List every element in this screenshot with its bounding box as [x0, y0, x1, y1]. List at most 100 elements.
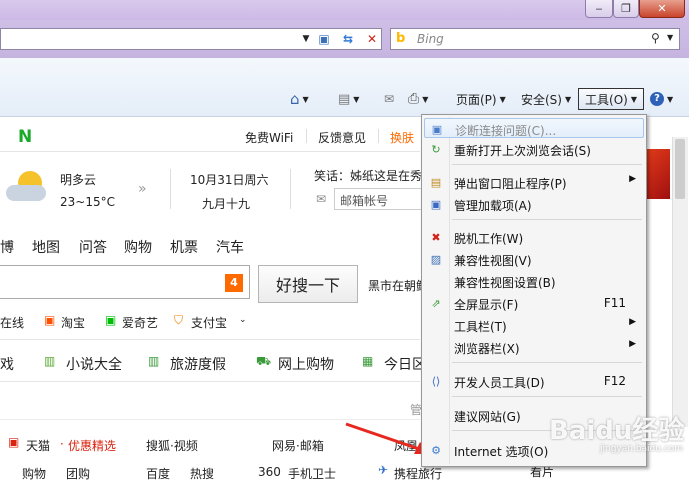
link-feedback[interactable]: 反馈意见: [318, 129, 366, 146]
joke-link[interactable]: 笑话：姊纸这是在秀: [314, 167, 422, 184]
search-submit-button[interactable]: 好搜一下: [258, 265, 358, 303]
nav-link-map[interactable]: 地图: [32, 237, 60, 257]
stop-icon[interactable]: ✕: [362, 29, 382, 49]
internet-options-icon: ⚙: [431, 443, 441, 457]
safety-menu-button[interactable]: 安全(S) ▼: [521, 88, 571, 110]
category-novels[interactable]: 小说大全: [66, 354, 122, 374]
menu-item-diagnose[interactable]: ▣ 诊断连接问题(C)...: [424, 118, 644, 138]
nav-link-cars[interactable]: 汽车: [216, 237, 244, 257]
taobao-icon: ▣: [44, 313, 56, 327]
weather-desc: 明多云: [60, 173, 97, 187]
site-shopping[interactable]: 购物: [22, 465, 46, 482]
restore-button[interactable]: ❐: [613, 0, 639, 18]
help-icon: ?: [650, 92, 664, 106]
menu-item-manage-addons[interactable]: ▣ 管理加载项(A): [424, 194, 644, 214]
scrollbar[interactable]: [672, 137, 688, 427]
compat-view-icon: ▨: [430, 252, 442, 266]
search-count-badge: 4: [225, 274, 243, 292]
fullscreen-icon: ⇗: [431, 296, 441, 310]
chevron-down-icon[interactable]: ⌄: [239, 315, 247, 325]
site-logo[interactable]: N: [18, 127, 32, 147]
print-button[interactable]: ⎙ ▼: [408, 88, 428, 110]
site-groupbuy[interactable]: 团购: [66, 465, 90, 482]
help-button[interactable]: ? ▼: [650, 88, 673, 110]
category-link[interactable]: 戏: [0, 354, 14, 374]
close-icon: ✕: [657, 2, 667, 15]
tmall-icon: ▣: [8, 435, 20, 449]
site-hot[interactable]: 热搜: [190, 465, 214, 482]
restore-icon: ❐: [621, 2, 631, 15]
mail-icon: ✉: [316, 192, 327, 206]
ctrip-icon: ✈: [378, 463, 389, 477]
printer-icon: ⎙: [408, 91, 420, 107]
compat-view-icon[interactable]: ▣: [314, 29, 334, 49]
addons-icon: ▣: [430, 197, 442, 211]
submenu-arrow-icon: ▶: [629, 174, 636, 184]
site-baidu[interactable]: 百度: [146, 465, 170, 482]
menu-item-work-offline[interactable]: ✖ 脱机工作(W): [424, 227, 644, 247]
site-tmall[interactable]: 天猫: [26, 437, 50, 454]
quick-link-taobao[interactable]: 淘宝: [61, 314, 85, 331]
submenu-arrow-icon: ▶: [629, 317, 636, 327]
site-163-mail[interactable]: 网易·邮箱: [272, 437, 324, 454]
rss-icon: ▤: [338, 91, 351, 107]
menu-item-reopen-session[interactable]: ↻ 重新打开上次浏览会话(S): [424, 139, 644, 159]
minimize-button[interactable]: ‒: [585, 0, 613, 18]
category-shopping[interactable]: 网上购物: [278, 354, 334, 374]
bing-icon: b: [396, 31, 406, 46]
nav-link[interactable]: 博: [0, 237, 14, 257]
home-button[interactable]: ⌂ ▼: [290, 88, 309, 110]
scrollbar-thumb[interactable]: [675, 139, 685, 199]
baidu-jingyan-watermark: Baidu经验: [549, 416, 685, 446]
menu-item-compat-view-settings[interactable]: 兼容性视图设置(B): [424, 271, 644, 291]
main-search-input[interactable]: 4: [0, 265, 250, 299]
refresh-icon[interactable]: ⇆: [338, 29, 358, 49]
search-hint[interactable]: 黑市在朝鲜: [368, 277, 428, 294]
tools-menu-button[interactable]: 工具(O) ▼: [578, 88, 644, 110]
nav-link-qa[interactable]: 问答: [79, 237, 107, 257]
search-dropdown-icon[interactable]: ▼: [667, 33, 673, 42]
category-travel[interactable]: 旅游度假: [170, 354, 226, 374]
site-ctrip[interactable]: 携程旅行: [394, 465, 442, 482]
category-today[interactable]: 今日区: [384, 354, 426, 374]
menu-item-explorer-bars[interactable]: 浏览器栏(X) ▶: [424, 337, 644, 357]
menu-item-developer-tools[interactable]: ⟨⟩ 开发人员工具(D) F12: [424, 371, 644, 391]
quick-link[interactable]: 在线: [0, 314, 24, 331]
page-menu-button[interactable]: 页面(P) ▼: [456, 88, 506, 110]
menu-item-compat-view[interactable]: ▨ 兼容性视图(V): [424, 249, 644, 269]
mail-icon: ✉: [384, 92, 395, 106]
quick-link-iqiyi[interactable]: 爱奇艺: [122, 314, 158, 331]
menu-item-fullscreen[interactable]: ⇗ 全屏显示(F) F11: [424, 293, 644, 313]
submenu-arrow-icon: ▶: [629, 339, 636, 349]
weather-cloud-icon: [4, 169, 48, 203]
mail-button[interactable]: ✉: [384, 88, 394, 110]
book-icon: ▥: [44, 354, 56, 368]
quick-link-alipay[interactable]: 支付宝: [191, 314, 227, 331]
calendar-icon: ▦: [362, 354, 374, 368]
link-skin[interactable]: 换肤: [390, 129, 414, 146]
date-text: 10月31日周六: [190, 173, 269, 187]
weather-temp: 23~15°C: [60, 195, 115, 209]
link-free-wifi[interactable]: 免费WiFi: [245, 129, 293, 146]
search-input[interactable]: b Bing ⚲ ▼: [390, 28, 680, 50]
nav-link-shopping[interactable]: 购物: [124, 237, 152, 257]
site-sohu-video[interactable]: 搜狐·视频: [146, 437, 198, 454]
offline-icon: ✖: [431, 230, 441, 244]
site-mobile-guard[interactable]: 手机卫士: [288, 465, 336, 482]
cart-icon: ⛟: [256, 354, 272, 368]
menu-item-popup-blocker[interactable]: ▤ 弹出窗口阻止程序(P) ▶: [424, 172, 644, 192]
site-360[interactable]: 360: [258, 465, 281, 479]
nav-link-flights[interactable]: 机票: [170, 237, 198, 257]
iqiyi-icon: ▣: [105, 313, 117, 327]
close-button[interactable]: ✕: [639, 0, 685, 18]
mail-account-input[interactable]: 邮箱帐号: [334, 188, 422, 210]
chevron-right-icon[interactable]: »: [138, 181, 147, 197]
menu-item-toolbars[interactable]: 工具栏(T) ▶: [424, 315, 644, 335]
devtools-icon: ⟨⟩: [431, 374, 441, 388]
feeds-button[interactable]: ▤ ▼: [338, 88, 359, 110]
map-icon: ▥: [148, 354, 160, 368]
site-deals[interactable]: 优惠精选: [68, 437, 116, 454]
search-icon[interactable]: ⚲: [651, 31, 660, 45]
address-dropdown-button[interactable]: ▼: [296, 29, 316, 49]
ad-banner[interactable]: [646, 149, 670, 199]
